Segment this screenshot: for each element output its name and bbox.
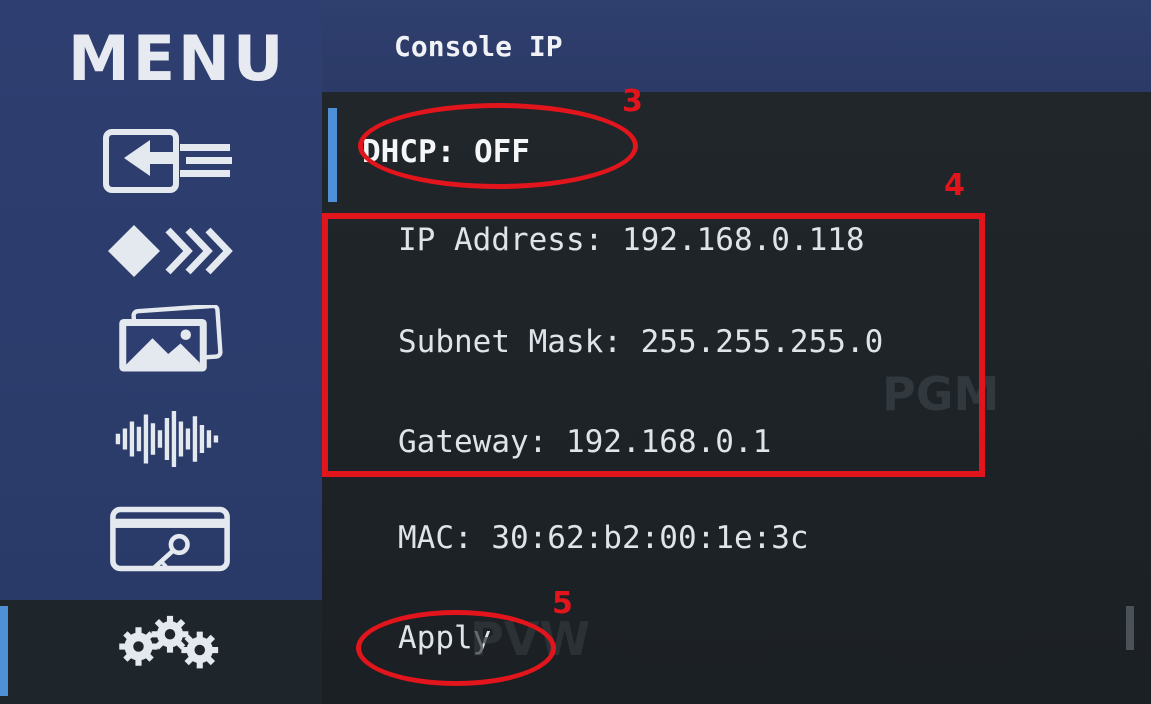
- page-header: Console IP: [322, 0, 1151, 92]
- transition-icon[interactable]: [100, 216, 240, 286]
- annotation-box-network: [322, 213, 985, 477]
- sidebar-selection-indicator: [0, 606, 8, 696]
- mac-address-label: MAC: 30:62:b2:00:1e:3c: [398, 520, 809, 556]
- selection-indicator: [328, 108, 337, 202]
- key-card-icon[interactable]: [100, 504, 240, 574]
- media-image-icon[interactable]: [100, 305, 240, 375]
- annotation-label-3: 3: [622, 84, 643, 119]
- annotation-label-4: 4: [944, 168, 965, 203]
- annotation-oval-apply: [356, 610, 556, 686]
- annotation-label-5: 5: [552, 586, 573, 621]
- sidebar-item-settings[interactable]: [0, 600, 322, 704]
- annotation-oval-dhcp: [358, 103, 638, 189]
- scroll-indicator: [1126, 606, 1134, 650]
- menu-title: MENU: [68, 22, 287, 95]
- sidebar-menu: MENU: [0, 0, 322, 600]
- page-title: Console IP: [394, 30, 563, 63]
- audio-waveform-icon[interactable]: [100, 404, 240, 474]
- input-source-icon[interactable]: [100, 126, 240, 196]
- settings-gears-icon: [100, 608, 240, 678]
